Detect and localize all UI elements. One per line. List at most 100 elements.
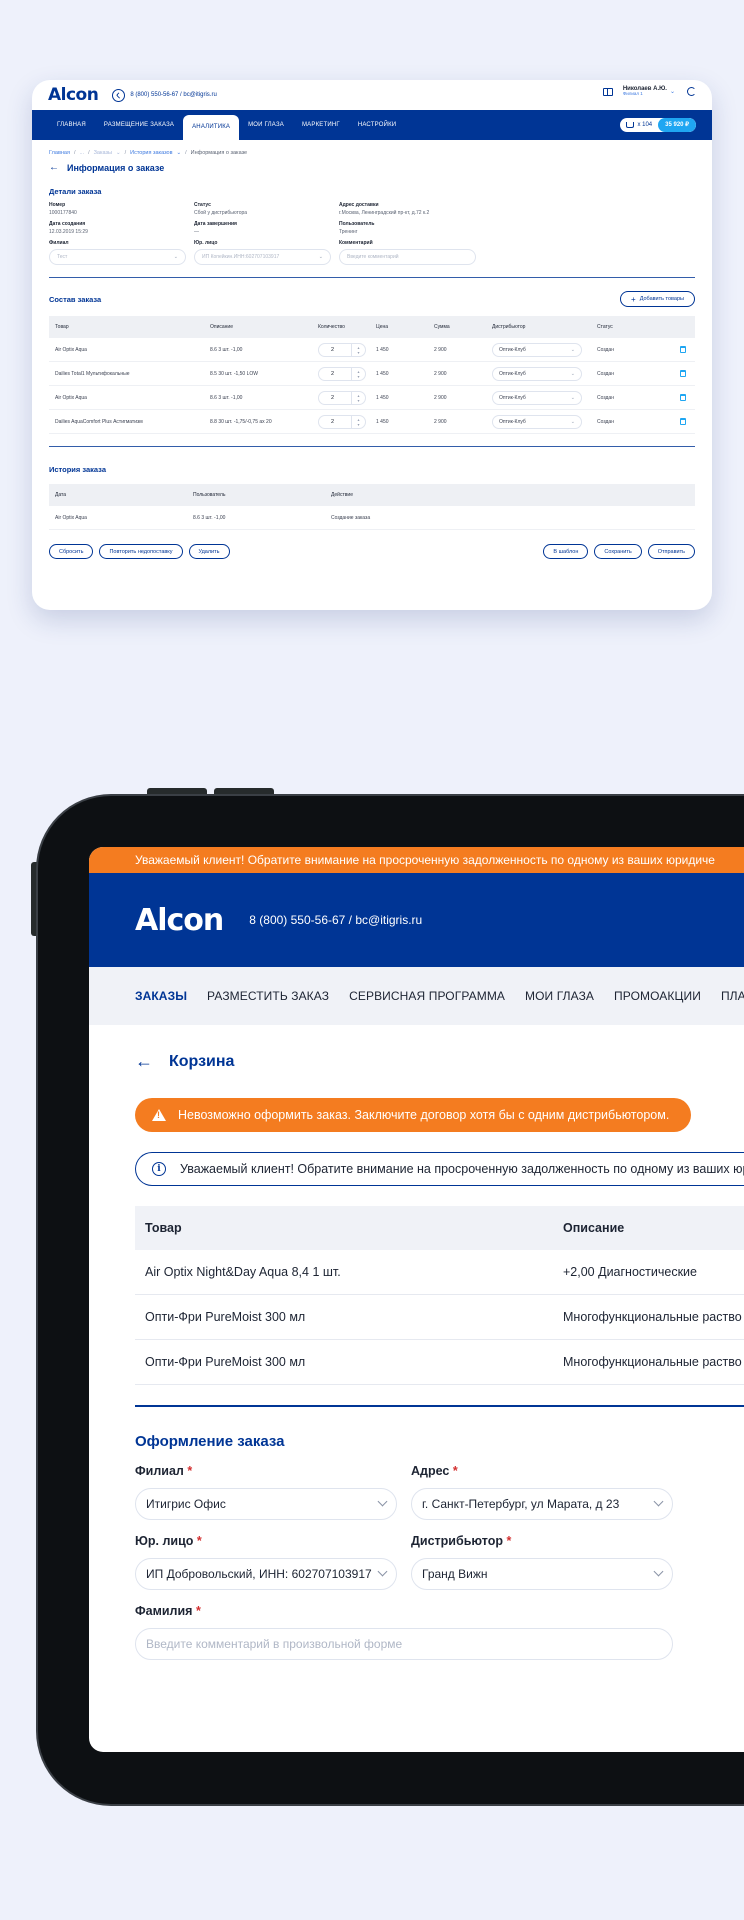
quantity-stepper[interactable]: 2 ▴ ▾ [318, 366, 366, 381]
tab-service-program[interactable]: Сервисная программа [349, 989, 505, 1003]
delete-button[interactable]: Удалить [188, 544, 230, 559]
debt-info-notice: i Уважаемый клиент! Обратите внимание на… [135, 1152, 744, 1186]
tab-promotions[interactable]: Промоакции [614, 989, 701, 1003]
tab-order-placement[interactable]: Размещение заказа [95, 110, 183, 140]
trash-icon[interactable] [680, 418, 686, 425]
column-header: Статус [597, 324, 613, 330]
created-date: 12.03.2019 15:29 [49, 229, 88, 235]
chevron-down-icon: ⌄ [173, 254, 178, 260]
tab-orders[interactable]: Заказы [135, 989, 187, 1003]
quantity-stepper[interactable]: 2 ▴ ▾ [318, 414, 366, 429]
tab-settings[interactable]: Настройки [349, 110, 405, 140]
address-label: Адрес доставки [339, 202, 379, 208]
alcon-logo[interactable]: Alcon [48, 85, 99, 105]
user-branch: Филиал 1 [622, 91, 643, 97]
contact-phone[interactable]: 8 (800) 550-56-67 / bc@itigris.ru [130, 92, 216, 98]
cart-sum: 35 920 ₽ [658, 118, 696, 132]
history-title: История заказа [49, 465, 106, 474]
contact-phone[interactable]: 8 (800) 550-56-67 / bc@itigris.ru [249, 913, 422, 927]
chevron-down-icon [653, 1496, 664, 1507]
order-items-table: Товар Описание Количество Цена Сумма Дис… [49, 316, 695, 434]
warning-icon [152, 1109, 166, 1121]
tab-main[interactable]: Главная [48, 110, 95, 140]
tab-my-eyes[interactable]: Мои глаза [525, 989, 594, 1003]
table-header: Товар Описание [135, 1206, 744, 1250]
contract-warning: Невозможно оформить заказ. Заключите дог… [135, 1098, 691, 1132]
tab-analytics[interactable]: Аналитика [183, 115, 240, 140]
alcon-logo[interactable]: Alcon [135, 903, 224, 938]
branch-label: Филиал [135, 1463, 184, 1478]
repeat-shortfall-button[interactable]: Повторить недопоставку [99, 544, 183, 559]
distributor-select[interactable]: Оптик-Клуб ⌄ [492, 390, 582, 405]
user-menu[interactable]: Николаев А.Ю. Филиал 1 [623, 86, 667, 97]
back-arrow-icon[interactable]: ← [135, 1051, 153, 1072]
trash-icon[interactable] [680, 394, 686, 401]
order-details: Номер 1000177840 Статус Сбой у дистрибьюто… [49, 202, 695, 235]
breadcrumb-home[interactable]: Главная [49, 150, 70, 156]
completed-label: Дата завершения [194, 221, 237, 227]
tab-place-order[interactable]: Разместить заказ [207, 989, 329, 1003]
comment-label: Комментарий [339, 240, 373, 246]
table-row: Air Optix Night&Day Aqua 8,4 1 шт. +2,00… [135, 1250, 744, 1295]
surname-input[interactable]: Введите комментарий в произвольной форме [135, 1627, 673, 1660]
distributor-select[interactable]: Оптик-Клуб ⌄ [492, 366, 582, 381]
comment-input[interactable]: Введите комментарий [339, 249, 476, 265]
table-row: Dailies Total1 Мультифокальные 8.5 30 шт… [49, 362, 695, 386]
distributor-select[interactable]: Оптик-Клуб ⌄ [492, 342, 582, 357]
book-icon[interactable] [602, 87, 613, 96]
description-cell: +2,00 Диагностические [563, 1265, 697, 1279]
date-cell: Air Optix Aqua [55, 514, 87, 521]
distributor-select[interactable]: Гранд Вижн [411, 1557, 673, 1590]
breadcrumb-ellipsis[interactable]: ... [79, 150, 84, 156]
save-button[interactable]: Сохранить [594, 544, 642, 559]
column-header: Количество [318, 324, 345, 330]
logout-icon[interactable] [687, 87, 696, 96]
distributor-select[interactable]: Оптик-Клуб ⌄ [492, 414, 582, 429]
column-header: Пользователь [193, 492, 226, 498]
breadcrumb-order-history[interactable]: История заказов [130, 150, 172, 156]
number-label: Номер [49, 202, 66, 208]
tab-marketing[interactable]: Маркетинг [293, 110, 349, 140]
column-header: Дата [55, 492, 67, 498]
sum-cell: 2 900 [434, 370, 447, 377]
cart-table: Товар Описание Air Optix Night&Day Aqua … [135, 1206, 744, 1385]
breadcrumb-orders[interactable]: Заказы [94, 150, 112, 156]
breadcrumb-current: Информация о заказе [190, 150, 248, 156]
price-cell: 1 450 [376, 418, 389, 425]
column-header: Товар [55, 324, 69, 330]
stepper-arrows-icon[interactable]: ▴ ▾ [351, 391, 365, 404]
address-label: Адрес [411, 1463, 450, 1478]
tab-order-plan[interactable]: План зака [721, 989, 744, 1003]
quantity-stepper[interactable]: 2 ▴ ▾ [318, 390, 366, 405]
quantity-stepper[interactable]: 2 ▴ ▾ [318, 342, 366, 357]
header: Alcon 8 (800) 550-56-67 / bc@itigris.ru [89, 873, 744, 967]
tab-my-eyes[interactable]: Мои глаза [239, 110, 293, 140]
send-button[interactable]: Отправить [647, 544, 695, 559]
column-header: Действие [331, 492, 353, 498]
chevron-down-icon[interactable]: ⌄ [670, 88, 675, 95]
back-arrow-icon[interactable]: ← [49, 162, 59, 173]
status-cell: Создан [597, 394, 614, 401]
main-nav: Главная Размещение заказа Аналитика Мои … [32, 110, 712, 140]
stepper-arrows-icon[interactable]: ▴ ▾ [351, 415, 365, 428]
entity-select[interactable]: ИП Добровольский, ИНН: 602707103917 [135, 1557, 397, 1590]
trash-icon[interactable] [680, 370, 686, 377]
branch-select[interactable]: Итигрис Офис [135, 1487, 397, 1520]
reset-button[interactable]: Сбросить [49, 544, 94, 559]
order-status: Сбой у дистрибьютора [194, 210, 248, 216]
branch-select[interactable]: Тест ⌄ [49, 249, 186, 265]
description-cell: 8.8 30 шт. -1,75/-0,75 ax 20 [210, 418, 272, 425]
stepper-arrows-icon[interactable]: ▴ ▾ [351, 343, 365, 356]
cart-button[interactable]: x 104 35 920 ₽ [620, 118, 696, 132]
stepper-arrows-icon[interactable]: ▴ ▾ [351, 367, 365, 380]
entity-label: Юр. лицо [135, 1533, 194, 1548]
order-info-window: Alcon 8 (800) 550-56-67 / bc@itigris.ru … [32, 80, 712, 610]
trash-icon[interactable] [680, 346, 686, 353]
entity-select[interactable]: ИП Копейкин.ИНН:602707103917 ⌄ [194, 249, 331, 265]
to-template-button[interactable]: В шаблон [543, 544, 589, 559]
chevron-down-icon: ⌄ [570, 394, 575, 401]
add-goods-button[interactable]: + Добавить товары [620, 291, 695, 307]
address-select[interactable]: г. Санкт-Петербург, ул Марата, д 23 [411, 1487, 673, 1520]
status-cell: Создан [597, 370, 614, 377]
divider [135, 1405, 744, 1407]
